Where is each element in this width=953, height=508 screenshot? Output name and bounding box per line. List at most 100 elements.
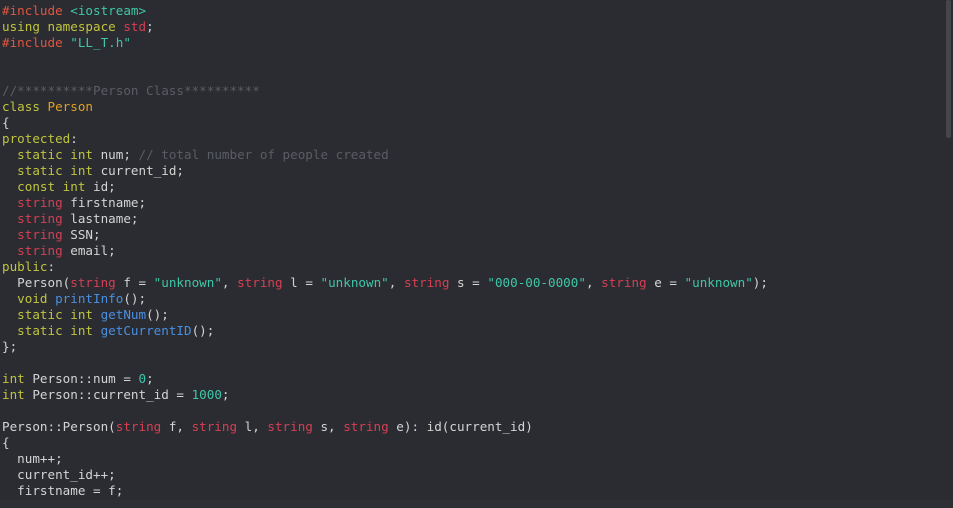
code-token: string <box>403 275 458 290</box>
code-line[interactable]: string lastname; <box>2 211 768 227</box>
code-line[interactable]: protected: <box>2 131 768 147</box>
code-token: Person( <box>2 275 71 290</box>
code-token: ; <box>146 371 154 386</box>
code-line[interactable]: const int id; <box>2 179 768 195</box>
code-token: <iostream> <box>70 3 147 18</box>
code-line[interactable]: class Person <box>2 99 768 115</box>
code-token: string <box>2 211 71 226</box>
code-token: 0 <box>138 371 147 386</box>
code-line[interactable]: string firstname; <box>2 195 768 211</box>
code-line[interactable]: string SSN; <box>2 227 768 243</box>
code-line[interactable]: current_id++; <box>2 467 768 483</box>
code-token: email; <box>70 243 116 258</box>
code-token: id; <box>93 179 116 194</box>
code-token: l, <box>244 419 268 434</box>
code-token: class <box>2 99 48 114</box>
code-token: string <box>267 419 321 434</box>
code-token: s = <box>457 275 488 290</box>
code-line[interactable]: ​ <box>2 51 768 67</box>
code-line[interactable]: { <box>2 435 768 451</box>
code-token: f, <box>168 419 192 434</box>
code-token: l = <box>290 275 321 290</box>
code-token: , <box>585 275 602 290</box>
code-line[interactable]: static int current_id; <box>2 163 768 179</box>
code-area[interactable]: #include <iostream> using namespace std; #… <box>2 3 768 499</box>
code-token: string <box>115 419 169 434</box>
code-token: #include <box>2 3 71 18</box>
code-token: "unknown" <box>320 275 389 290</box>
code-token: current_id++; <box>2 467 116 482</box>
code-line[interactable]: ​ <box>2 355 768 371</box>
code-line[interactable]: #include "LL_T.h" <box>2 35 768 51</box>
code-token: getNum <box>100 307 147 322</box>
code-token: }; <box>2 339 18 354</box>
code-token: static int <box>2 323 101 338</box>
vertical-scrollbar-thumb[interactable] <box>946 0 951 138</box>
vertical-scrollbar[interactable] <box>945 0 953 500</box>
code-token: , <box>388 275 404 290</box>
code-line[interactable]: ​ <box>2 67 768 83</box>
code-token: string <box>2 243 71 258</box>
code-line[interactable]: { <box>2 115 768 131</box>
code-token: //**********Person Class********** <box>2 83 260 98</box>
code-token: "unknown" <box>684 275 753 290</box>
code-token: ); <box>752 275 768 290</box>
code-line[interactable]: int Person::num = 0; <box>2 371 768 387</box>
code-token: using namespace <box>2 19 124 34</box>
code-token: string <box>601 275 655 290</box>
code-token: : <box>47 259 56 274</box>
code-token: static int <box>2 147 101 162</box>
code-line[interactable]: static int num; // total number of peopl… <box>2 147 768 163</box>
code-token: (); <box>191 323 215 338</box>
code-token: "unknown" <box>153 275 222 290</box>
code-token: ; <box>146 19 154 34</box>
code-line[interactable]: static int getCurrentID(); <box>2 323 768 339</box>
code-token: Person <box>47 99 94 114</box>
code-editor[interactable]: #include <iostream> using namespace std; #… <box>0 0 953 508</box>
code-token: string <box>2 227 71 242</box>
horizontal-scrollbar[interactable] <box>0 500 953 508</box>
code-token: const int <box>2 179 93 194</box>
code-token: #include <box>2 35 71 50</box>
code-token: // total number of people created <box>138 147 389 162</box>
code-line[interactable]: Person::Person(string f, string l, strin… <box>2 419 768 435</box>
code-token: lastname; <box>70 211 139 226</box>
code-line[interactable]: int Person::current_id = 1000; <box>2 387 768 403</box>
code-token: static int <box>2 163 101 178</box>
code-token: void <box>2 291 56 306</box>
code-token: : <box>70 131 78 146</box>
code-token: printInfo <box>55 291 124 306</box>
code-token: string <box>237 275 291 290</box>
code-token: "LL_T.h" <box>70 35 131 50</box>
code-token: s, <box>320 419 344 434</box>
code-line[interactable]: //**********Person Class********** <box>2 83 768 99</box>
code-token: string <box>70 275 124 290</box>
code-line[interactable]: void printInfo(); <box>2 291 768 307</box>
code-token: , <box>221 275 238 290</box>
code-token: string <box>343 419 397 434</box>
code-line[interactable]: num++; <box>2 451 768 467</box>
code-line[interactable]: public: <box>2 259 768 275</box>
code-line[interactable]: using namespace std; <box>2 19 768 35</box>
code-token: e): id(current_id) <box>396 419 533 434</box>
code-token: (); <box>123 291 147 306</box>
code-token: f = <box>123 275 154 290</box>
code-token: current_id; <box>100 163 184 178</box>
code-line[interactable]: ​ <box>2 403 768 419</box>
code-line[interactable]: #include <iostream> <box>2 3 768 19</box>
code-token: string <box>2 195 71 210</box>
code-token: public <box>2 259 48 274</box>
code-token: num++; <box>2 451 63 466</box>
code-line[interactable]: firstname = f; <box>2 483 768 499</box>
code-token: Person::num = <box>32 371 139 386</box>
code-token: std <box>123 19 147 34</box>
code-line[interactable]: static int getNum(); <box>2 307 768 323</box>
code-token: "000-00-0000" <box>487 275 586 290</box>
code-token: static int <box>2 307 101 322</box>
code-line[interactable]: Person(string f = "unknown", string l = … <box>2 275 768 291</box>
code-token: num; <box>100 147 139 162</box>
code-token: getCurrentID <box>100 323 192 338</box>
code-token: firstname = f; <box>2 483 124 498</box>
code-line[interactable]: }; <box>2 339 768 355</box>
code-line[interactable]: string email; <box>2 243 768 259</box>
